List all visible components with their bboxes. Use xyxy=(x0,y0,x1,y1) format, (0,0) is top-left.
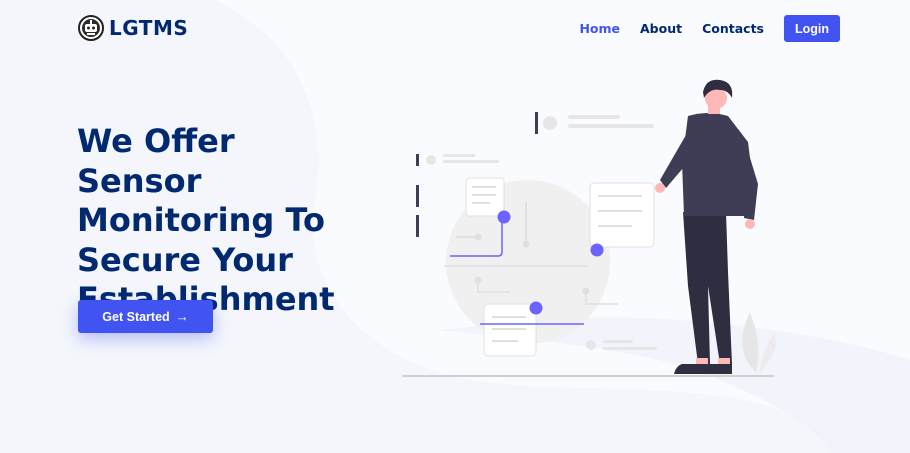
main-nav: Home About Contacts Login xyxy=(559,15,840,42)
brand-logo[interactable]: LGTMS xyxy=(78,15,188,41)
brand-name: LGTMS xyxy=(109,16,189,40)
site-header: LGTMS Home About Contacts Login xyxy=(0,0,910,58)
robot-badge-icon xyxy=(78,15,104,41)
get-started-label: Get Started xyxy=(102,309,170,324)
hero-title: We Offer Sensor Monitoring To Secure You… xyxy=(77,122,335,318)
nav-link-home[interactable]: Home xyxy=(579,21,620,36)
get-started-button[interactable]: Get Started → xyxy=(78,300,213,333)
arrow-right-icon: → xyxy=(175,309,189,324)
nav-link-about[interactable]: About xyxy=(640,21,682,36)
login-button[interactable]: Login xyxy=(784,15,840,42)
person-with-sensor-nodes-illustration xyxy=(402,79,776,377)
nav-link-contacts[interactable]: Contacts xyxy=(702,21,764,36)
